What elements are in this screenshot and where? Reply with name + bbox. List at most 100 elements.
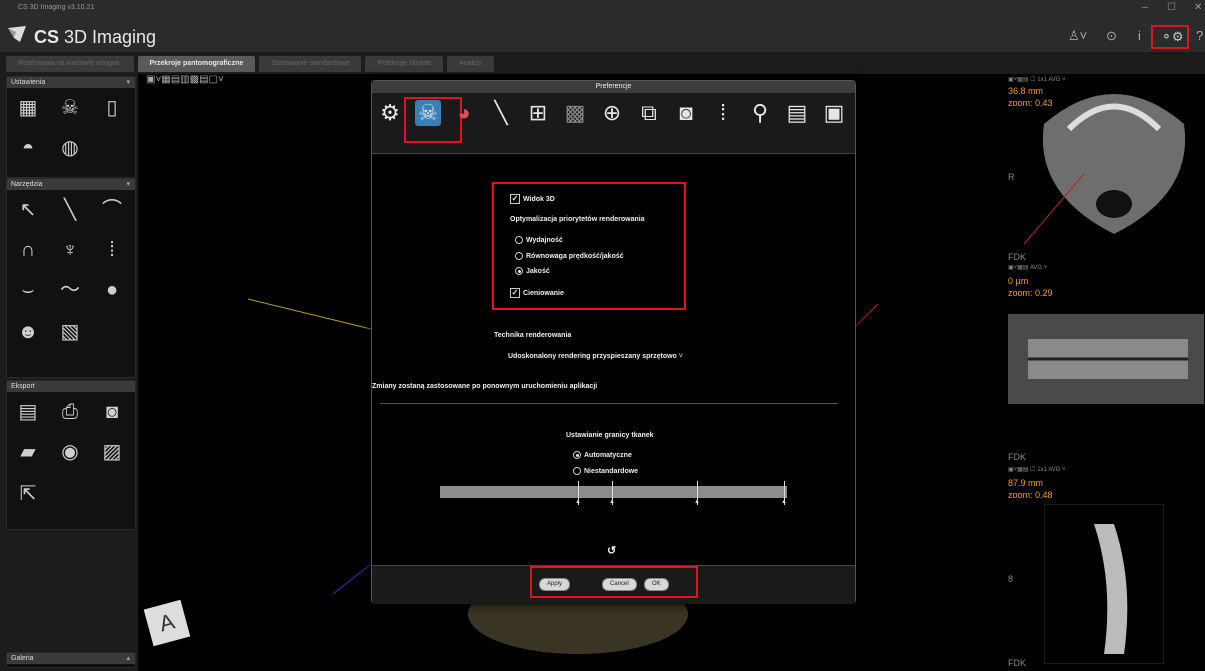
- tissue-automatic[interactable]: Automatyczne: [573, 451, 632, 459]
- optimization-label: Optymalizacja priorytetów renderowania: [510, 216, 645, 223]
- tab-orthogonal[interactable]: Rozdmiania na warstwie ortogon.: [6, 56, 134, 72]
- right-views-column: ▣˅▦▤ ☐ 1x1 AVG ˅ 36.8 mm zoom: 0.43 R FD…: [1004, 74, 1205, 671]
- view2-toolbar[interactable]: ▣˅▦▤ AVG ˅: [1008, 264, 1047, 271]
- view1-side-label: R: [1008, 172, 1015, 182]
- option-performance[interactable]: Wydajność: [515, 236, 563, 244]
- implant-icon[interactable]: ⁞: [99, 237, 125, 263]
- nerve-icon[interactable]: ～: [57, 277, 83, 303]
- title-bar: [0, 0, 1205, 52]
- crown-icon[interactable]: ●: [99, 277, 125, 303]
- skull-icon[interactable]: ☠: [57, 95, 83, 121]
- implant-settings-icon[interactable]: ⁞: [710, 100, 736, 126]
- view3-marker: 8: [1008, 574, 1014, 584]
- color-wheel-icon[interactable]: ◕: [451, 100, 477, 126]
- face-icon[interactable]: ☻: [15, 319, 41, 345]
- tab-bar: Rozdmiania na warstwie ortogon. Przekroj…: [6, 56, 494, 72]
- head-icon[interactable]: ◍: [57, 135, 83, 161]
- tab-analyses[interactable]: Analizy: [447, 56, 494, 72]
- layout-icon[interactable]: ⊞: [525, 100, 551, 126]
- view3d-checkbox[interactable]: ✓ Widok 3D: [510, 194, 555, 204]
- view3-toolbar[interactable]: ▣˅▦▤ ☐ 1x1 AVG ˅: [1008, 466, 1066, 473]
- tissue-label: Ustawianie granicy tkanek: [566, 432, 654, 439]
- panoramic-slice-image[interactable]: [1008, 314, 1204, 404]
- cancel-button[interactable]: Cancel: [602, 578, 637, 591]
- view4-label: FDK: [1008, 658, 1026, 668]
- pointer-icon[interactable]: ↖: [15, 197, 41, 223]
- edit-icon[interactable]: ▨: [99, 439, 125, 465]
- report-settings-icon[interactable]: ▣: [821, 100, 847, 126]
- slider-tri-1-icon: ▲: [575, 499, 581, 505]
- view2-value: 0 µm: [1008, 276, 1029, 286]
- folder-icon[interactable]: ▰: [15, 439, 41, 465]
- preferences-dialog: Preferencje ⚙ ☠ ◕ ╲ ⊞ ▩ ⊕ ⧉ ◙ ⁞ ⚲ ▤ ▣ ✓ W…: [371, 80, 856, 604]
- measure-line-icon[interactable]: ╲: [488, 100, 514, 126]
- volume-icon[interactable]: ▦: [15, 95, 41, 121]
- slider-tri-3-icon: ▲: [694, 499, 700, 505]
- close-icon[interactable]: ✕: [1194, 2, 1202, 13]
- location-pin-icon[interactable]: ⚲: [747, 100, 773, 126]
- orientation-icon[interactable]: ⧉: [636, 100, 662, 126]
- preferences-icon[interactable]: ⚬⚙: [1161, 29, 1184, 45]
- export-panel-header[interactable]: Eksport: [7, 381, 135, 392]
- disc-icon[interactable]: ◉: [57, 439, 83, 465]
- arch-icon[interactable]: ∩: [15, 237, 41, 263]
- line-icon[interactable]: ╲: [57, 197, 83, 223]
- option-quality[interactable]: Jakość: [515, 267, 550, 275]
- minimize-icon[interactable]: –: [1142, 2, 1148, 13]
- maximize-icon[interactable]: ☐: [1167, 2, 1176, 13]
- camera-icon[interactable]: ◙: [99, 399, 125, 425]
- ok-button[interactable]: OK: [644, 578, 669, 591]
- curve-icon[interactable]: ⌒: [99, 197, 125, 223]
- reset-icon[interactable]: ↺: [607, 544, 616, 557]
- dialog-title: Preferencje: [372, 81, 855, 93]
- restart-note: Zmiany zostaną zastosowane po ponownym u…: [372, 383, 598, 390]
- view3-value: 87.9 mm: [1008, 478, 1044, 488]
- clipboard-icon[interactable]: ▤: [784, 100, 810, 126]
- divider: [380, 403, 838, 404]
- view2-zoom: zoom: 0.29: [1008, 288, 1053, 298]
- general-settings-icon[interactable]: ⚙: [377, 100, 403, 126]
- help-icon[interactable]: ?: [1196, 28, 1203, 43]
- tooth-icon[interactable]: ♆: [57, 237, 83, 263]
- tab-panoramic[interactable]: Przekroje pantomograficzne: [137, 56, 256, 72]
- tissue-custom[interactable]: Niestandardowe: [573, 467, 638, 475]
- mouse-icon[interactable]: ▯: [99, 95, 125, 121]
- printer-icon[interactable]: ⎙: [57, 399, 83, 425]
- technique-dropdown[interactable]: Udoskonalony rendering przyspieszany spr…: [508, 353, 683, 360]
- mandible-icon[interactable]: ⌣: [15, 277, 41, 303]
- view1-toolbar[interactable]: ▣˅▦▤ ☐ 1x1 AVG ˅: [1008, 76, 1066, 83]
- gallery-panel-header[interactable]: Galeria ▴: [7, 653, 135, 664]
- view3-zoom: zoom: 0.48: [1008, 490, 1053, 500]
- gallery-panel: Galeria ▴: [6, 652, 136, 668]
- tools-panel: Narzędzia ▾ ↖ ╲ ⌒ ∩ ♆ ⁞ ⌣ ～ ● ☻ ▧: [6, 178, 136, 378]
- technique-label: Technika renderowania: [494, 332, 572, 339]
- view3-label: FDK: [1008, 452, 1026, 462]
- app-logo-icon: [8, 26, 26, 42]
- tissue-threshold-slider[interactable]: [440, 486, 787, 498]
- apply-button[interactable]: Apply: [539, 578, 571, 591]
- shading-checkbox[interactable]: ✓ Cieniowanie: [510, 288, 564, 298]
- settings-panel: Ustawienia ▾ ▦ ☠ ▯ ◓ ◍: [6, 76, 136, 178]
- tab-oblique[interactable]: Przekroje skośne: [365, 56, 444, 72]
- cross-section-image[interactable]: [1044, 504, 1164, 664]
- navigation-icon[interactable]: ⊕: [599, 100, 625, 126]
- app-name: CS 3D Imaging: [34, 27, 157, 47]
- camera-settings-icon[interactable]: ◙: [673, 100, 699, 126]
- user-icon[interactable]: ♙˅: [1068, 28, 1087, 44]
- jaw-icon[interactable]: ◓: [15, 135, 41, 161]
- view2-label: FDK: [1008, 252, 1026, 262]
- tab-standard[interactable]: Stosowanie standardowe: [259, 56, 362, 72]
- report-icon[interactable]: ▤: [15, 399, 41, 425]
- settings-circle-icon[interactable]: ⊙: [1106, 28, 1117, 44]
- option-balance[interactable]: Równowaga prędkość/jakość: [515, 252, 624, 260]
- tools-panel-header[interactable]: Narzędzia ▾: [7, 179, 135, 190]
- axial-slice-image[interactable]: [1024, 84, 1204, 244]
- settings-panel-header[interactable]: Ustawienia ▾: [7, 77, 135, 88]
- image-icon[interactable]: ▩: [562, 100, 588, 126]
- info-icon[interactable]: i: [1138, 28, 1141, 43]
- slider-tri-4-icon: ▲: [781, 499, 787, 505]
- slider-tri-2-icon: ▲: [609, 499, 615, 505]
- export-panel: Eksport ▤ ⎙ ◙ ▰ ◉ ▨ ⇱: [6, 380, 136, 530]
- share-icon[interactable]: ⇱: [15, 481, 41, 507]
- annotation-icon[interactable]: ▧: [57, 319, 83, 345]
